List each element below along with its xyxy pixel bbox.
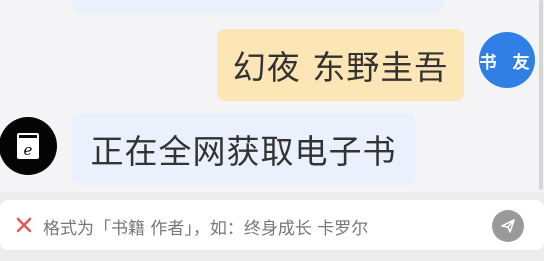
bot-message-text: 正在全网获取电子书: [90, 132, 397, 171]
chat-area: 幻夜 东野圭吾 书 友 e 正在全网获取电子书: [0, 0, 544, 190]
svg-text:e: e: [24, 141, 33, 159]
user-avatar-label: 书 友: [479, 52, 535, 73]
input-bar: 格式为「书籍 作者」，如：终身成长 卡罗尔: [0, 192, 544, 261]
send-icon: [501, 219, 515, 233]
bot-message-bubble: 正在全网获取电子书: [72, 113, 415, 185]
previous-message-bubble: [73, 0, 445, 14]
input-placeholder: 格式为「书籍 作者」，如：终身成长 卡罗尔: [43, 219, 369, 239]
close-icon[interactable]: [14, 215, 34, 235]
user-avatar[interactable]: 书 友: [479, 32, 535, 88]
scrollbar[interactable]: [539, 0, 543, 190]
ebook-icon: e: [17, 133, 39, 159]
bot-avatar[interactable]: e: [0, 117, 57, 175]
user-message-text: 幻夜 东野圭吾: [232, 48, 449, 87]
user-message-bubble: 幻夜 东野圭吾: [217, 29, 464, 101]
message-input[interactable]: 格式为「书籍 作者」，如：终身成长 卡罗尔: [0, 200, 544, 250]
send-button[interactable]: [492, 210, 524, 242]
